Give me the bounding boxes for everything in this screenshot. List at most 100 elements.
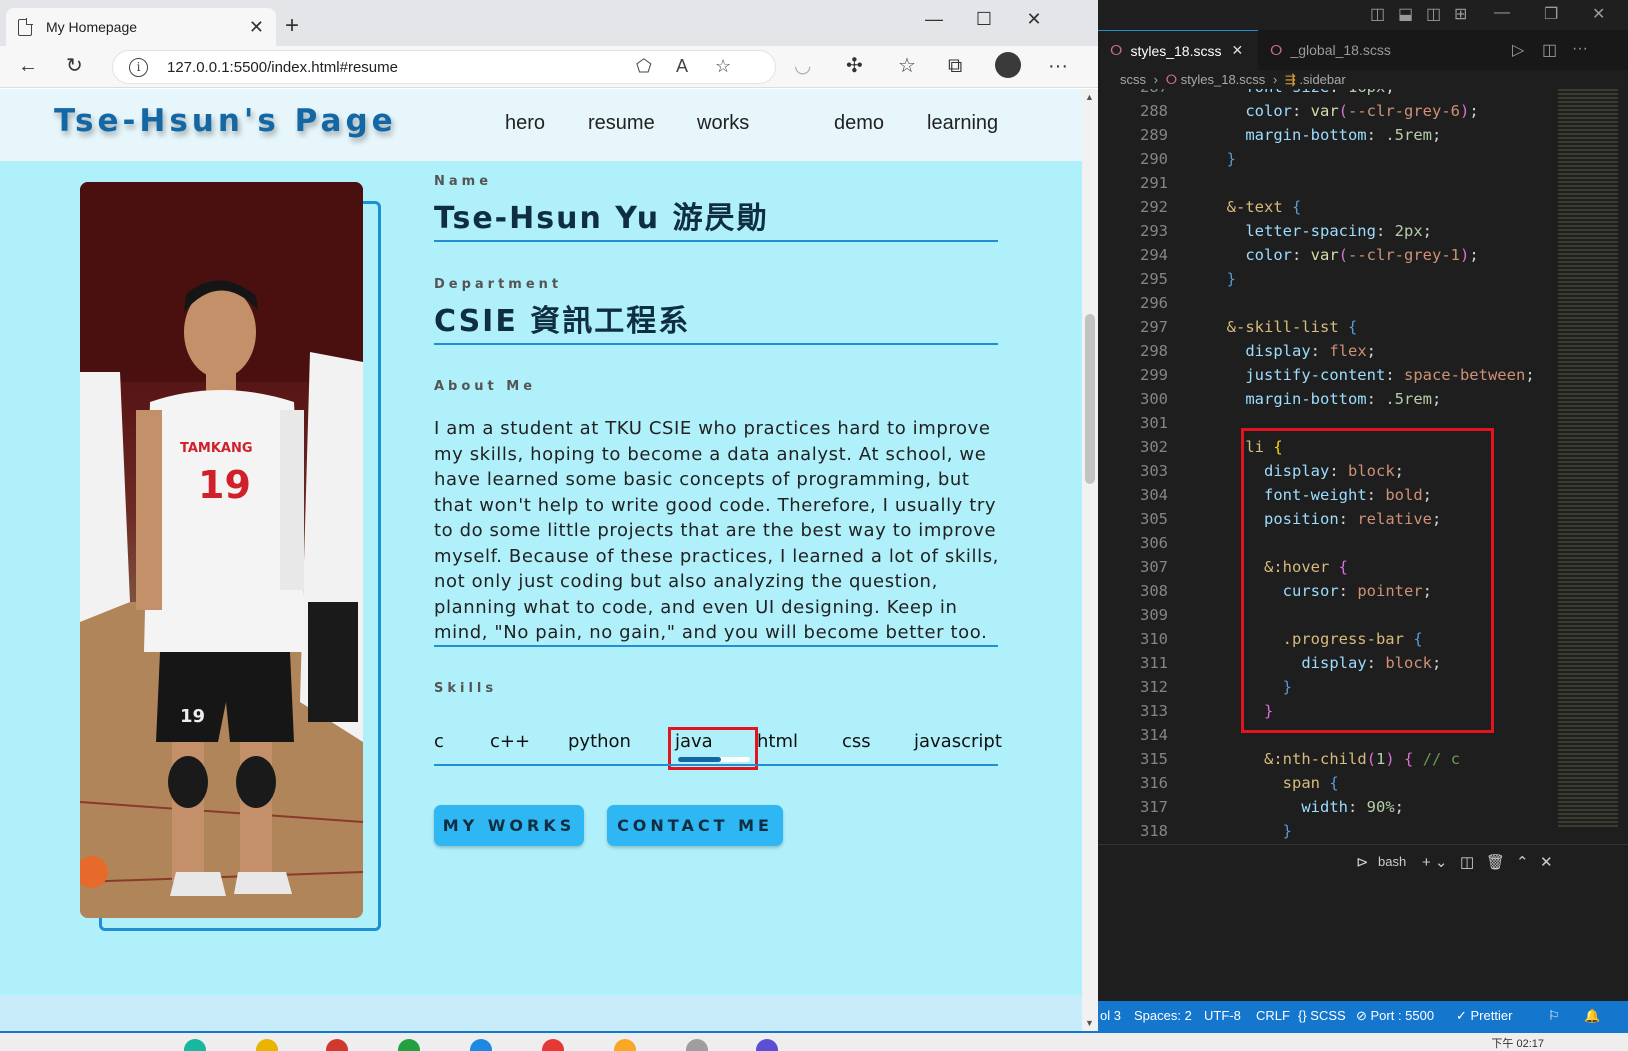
- page-scrollbar[interactable]: ▲ ▼: [1082, 89, 1098, 1031]
- scroll-down-arrow-icon[interactable]: ▼: [1085, 1018, 1094, 1028]
- browser-tab[interactable]: My Homepage ✕: [6, 8, 276, 46]
- breadcrumb-item[interactable]: styles_18.scss: [1181, 72, 1266, 87]
- status-language[interactable]: {} SCSS: [1298, 1008, 1346, 1023]
- back-arrow-icon[interactable]: ←: [18, 54, 38, 78]
- maximize-button[interactable]: ☐: [964, 9, 1004, 30]
- toggle-panel-icon[interactable]: ⬓: [1398, 4, 1413, 24]
- clock[interactable]: 下午 02:17: [1491, 1035, 1544, 1051]
- code-line[interactable]: 287 font-size: 16px;: [1098, 89, 1558, 99]
- status-eol[interactable]: CRLF: [1256, 1008, 1290, 1023]
- more-icon[interactable]: ···: [1048, 54, 1068, 78]
- split-terminal-icon[interactable]: ◫: [1460, 853, 1474, 871]
- code-line[interactable]: 317 width: 90%;: [1098, 795, 1558, 819]
- close-window-button[interactable]: ✕: [1014, 9, 1054, 30]
- new-tab-button[interactable]: +: [285, 12, 299, 40]
- my-works-button[interactable]: MY WORKS: [434, 805, 584, 846]
- favorites-icon[interactable]: ☆: [898, 54, 916, 78]
- code-line[interactable]: 296: [1098, 291, 1558, 315]
- close-tab-icon[interactable]: ✕: [1231, 42, 1243, 59]
- collections-icon[interactable]: ⧉: [948, 54, 962, 78]
- info-icon[interactable]: i: [129, 58, 148, 77]
- app-icon[interactable]: [256, 1039, 278, 1051]
- notifications-icon[interactable]: 🔔: [1584, 1008, 1600, 1024]
- skill-item[interactable]: c++: [490, 731, 530, 752]
- nav-learning[interactable]: learning: [927, 112, 998, 135]
- status-cursor[interactable]: ol 3: [1100, 1008, 1121, 1023]
- skill-item[interactable]: c: [434, 731, 444, 752]
- code-line[interactable]: 297 &-skill-list {: [1098, 315, 1558, 339]
- chevron-up-icon[interactable]: ⌃: [1516, 853, 1529, 871]
- code-line[interactable]: 294 color: var(--clr-grey-1);: [1098, 243, 1558, 267]
- code-line[interactable]: 291: [1098, 171, 1558, 195]
- app-icon[interactable]: [398, 1039, 420, 1051]
- code-line[interactable]: 316 span {: [1098, 771, 1558, 795]
- new-terminal-icon[interactable]: + ⌄: [1422, 853, 1448, 871]
- nav-resume[interactable]: resume: [588, 112, 655, 135]
- trash-icon[interactable]: 🗑: [1486, 853, 1505, 871]
- favorite-add-icon[interactable]: ☆: [715, 56, 731, 77]
- close-tab-icon[interactable]: ✕: [249, 17, 264, 38]
- line-number: 294: [1140, 246, 1168, 264]
- avatar[interactable]: [995, 52, 1021, 78]
- nav-demo[interactable]: demo: [834, 112, 884, 135]
- scroll-up-arrow-icon[interactable]: ▲: [1085, 92, 1094, 102]
- close-icon[interactable]: ✕: [1592, 4, 1605, 24]
- toggle-secondary-sidebar-icon[interactable]: ◫: [1426, 4, 1441, 24]
- breadcrumb-item[interactable]: scss: [1120, 72, 1146, 87]
- minimize-button[interactable]: —: [914, 9, 954, 30]
- app-icon[interactable]: [614, 1039, 636, 1051]
- editor-tab-styles[interactable]: ⵔ styles_18.scss ✕: [1098, 30, 1258, 70]
- scroll-thumb[interactable]: [1085, 314, 1095, 484]
- minimize-icon[interactable]: —: [1494, 4, 1510, 22]
- status-port[interactable]: ⊘ Port : 5500: [1356, 1008, 1434, 1024]
- code-line[interactable]: 300 margin-bottom: .5rem;: [1098, 387, 1558, 411]
- tag-icon[interactable]: ⬠: [636, 56, 652, 77]
- toggle-sidebar-icon[interactable]: ◫: [1370, 4, 1385, 24]
- app-icon[interactable]: [470, 1039, 492, 1051]
- contact-me-button[interactable]: CONTACT ME: [607, 805, 783, 846]
- status-spaces[interactable]: Spaces: 2: [1134, 1008, 1192, 1023]
- code-line[interactable]: 298 display: flex;: [1098, 339, 1558, 363]
- code-line[interactable]: 292 &-text {: [1098, 195, 1558, 219]
- app-icon[interactable]: [756, 1039, 778, 1051]
- read-aloud-icon[interactable]: A: [676, 56, 688, 77]
- minimap[interactable]: [1558, 89, 1618, 829]
- skill-item[interactable]: python: [568, 731, 631, 752]
- app-icon[interactable]: [686, 1039, 708, 1051]
- code-line[interactable]: 290 }: [1098, 147, 1558, 171]
- status-prettier[interactable]: ✓ Prettier: [1456, 1008, 1512, 1024]
- code-line[interactable]: 318 }: [1098, 819, 1558, 843]
- shopping-icon[interactable]: ◡: [794, 54, 811, 78]
- code-line[interactable]: 289 margin-bottom: .5rem;: [1098, 123, 1558, 147]
- close-panel-icon[interactable]: ✕: [1540, 853, 1553, 871]
- nav-works[interactable]: works: [697, 112, 749, 135]
- run-icon[interactable]: ▷: [1512, 40, 1524, 60]
- layout-icon[interactable]: ⊞: [1454, 4, 1467, 24]
- split-editor-icon[interactable]: ◫: [1542, 40, 1557, 60]
- nav-hero[interactable]: hero: [505, 112, 545, 135]
- editor-tab-global[interactable]: ⵔ _global_18.scss: [1258, 30, 1418, 70]
- app-icon[interactable]: [184, 1039, 206, 1051]
- skill-item[interactable]: css: [842, 731, 871, 752]
- app-icon[interactable]: [542, 1039, 564, 1051]
- breadcrumb-item[interactable]: .sidebar: [1299, 72, 1345, 87]
- code-line[interactable]: 315 &:nth-child(1) { // c: [1098, 747, 1558, 771]
- skill-item[interactable]: javascript: [914, 731, 1002, 752]
- app-icon[interactable]: [326, 1039, 348, 1051]
- url-text[interactable]: 127.0.0.1:5500/index.html#resume: [167, 59, 398, 76]
- code-line[interactable]: 288 color: var(--clr-grey-6);: [1098, 99, 1558, 123]
- skill-item[interactable]: html: [757, 731, 798, 752]
- terminal-name[interactable]: bash: [1378, 854, 1406, 869]
- terminal-panel[interactable]: [1098, 876, 1628, 991]
- refresh-icon[interactable]: ↻: [66, 54, 83, 78]
- site-logo[interactable]: Tse-Hsun's Page: [54, 103, 397, 139]
- extensions-icon[interactable]: ✣: [846, 54, 863, 78]
- more-actions-icon[interactable]: ···: [1572, 40, 1588, 58]
- status-encoding[interactable]: UTF-8: [1204, 1008, 1241, 1023]
- code-line[interactable]: 293 letter-spacing: 2px;: [1098, 219, 1558, 243]
- restore-icon[interactable]: ❐: [1544, 4, 1558, 24]
- feedback-icon[interactable]: ⚐: [1548, 1008, 1560, 1024]
- code-line[interactable]: 299 justify-content: space-between;: [1098, 363, 1558, 387]
- address-bar[interactable]: i 127.0.0.1:5500/index.html#resume ⬠ A ☆: [112, 50, 776, 84]
- code-line[interactable]: 295 }: [1098, 267, 1558, 291]
